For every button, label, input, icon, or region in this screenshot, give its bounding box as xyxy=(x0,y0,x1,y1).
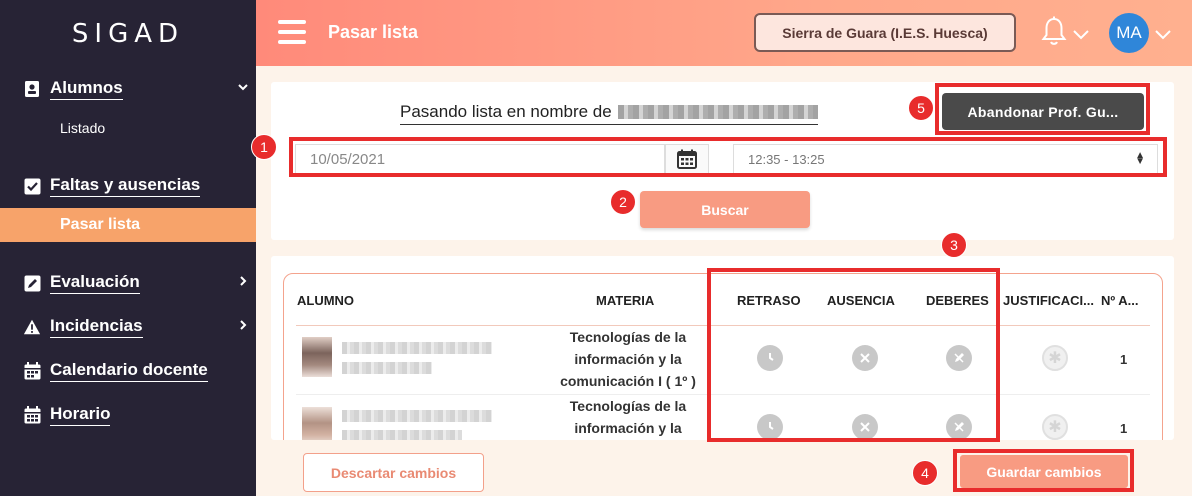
annotation-badge-2: 2 xyxy=(610,189,636,215)
subject-cell: Tecnologías de la información y la xyxy=(569,398,687,436)
sidebar-item-incidencias[interactable]: Incidencias xyxy=(0,314,256,340)
discard-changes-button[interactable]: Descartar cambios xyxy=(303,453,484,492)
sidebar-item-pasar-lista[interactable]: Pasar lista xyxy=(0,208,256,242)
sidebar-item-alumnos[interactable]: Alumnos xyxy=(0,76,256,102)
sidebar-item-label: Alumnos xyxy=(50,78,123,100)
search-button[interactable]: Buscar xyxy=(640,191,810,228)
calendar-icon xyxy=(23,362,41,380)
col-header-deberes: DEBERES xyxy=(926,293,989,308)
chevron-down-icon[interactable] xyxy=(1072,29,1090,41)
col-header-ausencia: AUSENCIA xyxy=(827,293,895,308)
attendance-filter-card: Pasando lista en nombre de Abandonar Pro… xyxy=(271,82,1174,240)
app-brand: SIGAD xyxy=(71,19,185,49)
col-header-num-ausencias: Nº A... xyxy=(1101,293,1139,308)
sidebar-item-listado[interactable]: Listado xyxy=(0,111,256,145)
absence-x-icon[interactable] xyxy=(852,345,878,371)
sidebar-item-calendario[interactable]: Calendario docente xyxy=(0,358,256,384)
chevron-down-icon xyxy=(238,84,248,91)
on-behalf-text: Pasando lista en nombre de xyxy=(400,102,818,125)
redacted-student-name xyxy=(342,430,462,440)
late-clock-icon[interactable] xyxy=(757,345,783,371)
sidebar-item-label: Horario xyxy=(50,404,111,426)
sidebar-item-label: Incidencias xyxy=(50,316,143,338)
leave-guardian-button[interactable]: Abandonar Prof. Gu... xyxy=(942,93,1144,130)
save-changes-button[interactable]: Guardar cambios xyxy=(960,455,1128,488)
late-clock-icon[interactable] xyxy=(757,414,783,440)
school-selector-button[interactable]: Sierra de Guara (I.E.S. Huesca) xyxy=(754,13,1016,52)
annotation-badge-5: 5 xyxy=(908,95,934,121)
row-divider xyxy=(296,394,1150,395)
attendance-table: ALUMNO MATERIA RETRASO AUSENCIA DEBERES … xyxy=(283,273,1163,440)
warning-icon xyxy=(23,318,41,336)
sidebar-item-horario[interactable]: Horario xyxy=(0,402,256,428)
absence-count: 1 xyxy=(1120,421,1128,436)
header-divider xyxy=(296,325,1150,326)
top-header: Pasar lista Sierra de Guara (I.E.S. Hues… xyxy=(256,0,1192,66)
edit-icon xyxy=(23,274,41,292)
col-header-justificacion: JUSTIFICACI... xyxy=(1003,293,1095,308)
col-header-materia: MATERIA xyxy=(596,293,655,308)
user-avatar[interactable]: MA xyxy=(1109,13,1149,53)
attendance-table-card: ALUMNO MATERIA RETRASO AUSENCIA DEBERES … xyxy=(271,256,1174,440)
col-header-retraso: RETRASO xyxy=(737,293,801,308)
student-card-icon xyxy=(23,80,41,98)
bell-icon[interactable] xyxy=(1041,16,1067,46)
on-behalf-label: Pasando lista en nombre de xyxy=(400,102,612,121)
sidebar-item-label: Calendario docente xyxy=(50,360,208,382)
date-input[interactable]: 10/05/2021 xyxy=(295,144,665,174)
annotation-badge-1: 1 xyxy=(251,134,277,160)
subject-cell: Tecnologías de la información y la comun… xyxy=(560,329,696,389)
chevron-right-icon xyxy=(240,276,247,286)
homework-pencil-icon[interactable] xyxy=(946,345,972,371)
justification-asterisk-icon[interactable]: ✱ xyxy=(1042,414,1068,440)
redacted-student-name xyxy=(342,410,492,422)
redacted-teacher-name xyxy=(617,105,818,119)
chevron-right-icon xyxy=(240,320,247,330)
checkbox-icon xyxy=(23,177,41,195)
sidebar: SIGAD Alumnos Listado Faltas y ausencias… xyxy=(0,0,256,496)
calendar-icon xyxy=(677,149,697,169)
sidebar-item-label: Evaluación xyxy=(50,272,140,294)
time-slot-value: 12:35 - 13:25 xyxy=(748,151,825,167)
annotation-badge-4: 4 xyxy=(912,460,938,486)
annotation-badge-3: 3 xyxy=(941,232,967,258)
select-arrows-icon: ▲ ▼ xyxy=(1135,150,1145,167)
sidebar-item-label: Faltas y ausencias xyxy=(50,175,201,197)
chevron-down-icon[interactable] xyxy=(1154,29,1172,41)
col-header-alumno: ALUMNO xyxy=(297,293,355,308)
time-slot-select[interactable]: 12:35 - 13:25 ▲ ▼ xyxy=(733,144,1158,174)
calendar-picker-button[interactable] xyxy=(665,144,709,174)
absence-x-icon[interactable] xyxy=(852,414,878,440)
sidebar-item-evaluacion[interactable]: Evaluación xyxy=(0,270,256,296)
redacted-student-name xyxy=(342,362,432,374)
calendar-grid-icon xyxy=(23,406,41,424)
redacted-student-name xyxy=(342,342,492,354)
hamburger-menu-icon[interactable] xyxy=(278,20,306,44)
homework-pencil-icon[interactable] xyxy=(946,414,972,440)
student-photo xyxy=(302,407,332,440)
student-photo xyxy=(302,337,332,377)
sidebar-item-faltas[interactable]: Faltas y ausencias xyxy=(0,173,256,199)
page-title: Pasar lista xyxy=(328,22,419,42)
absence-count: 1 xyxy=(1120,352,1128,367)
justification-asterisk-icon[interactable]: ✱ xyxy=(1042,345,1068,371)
